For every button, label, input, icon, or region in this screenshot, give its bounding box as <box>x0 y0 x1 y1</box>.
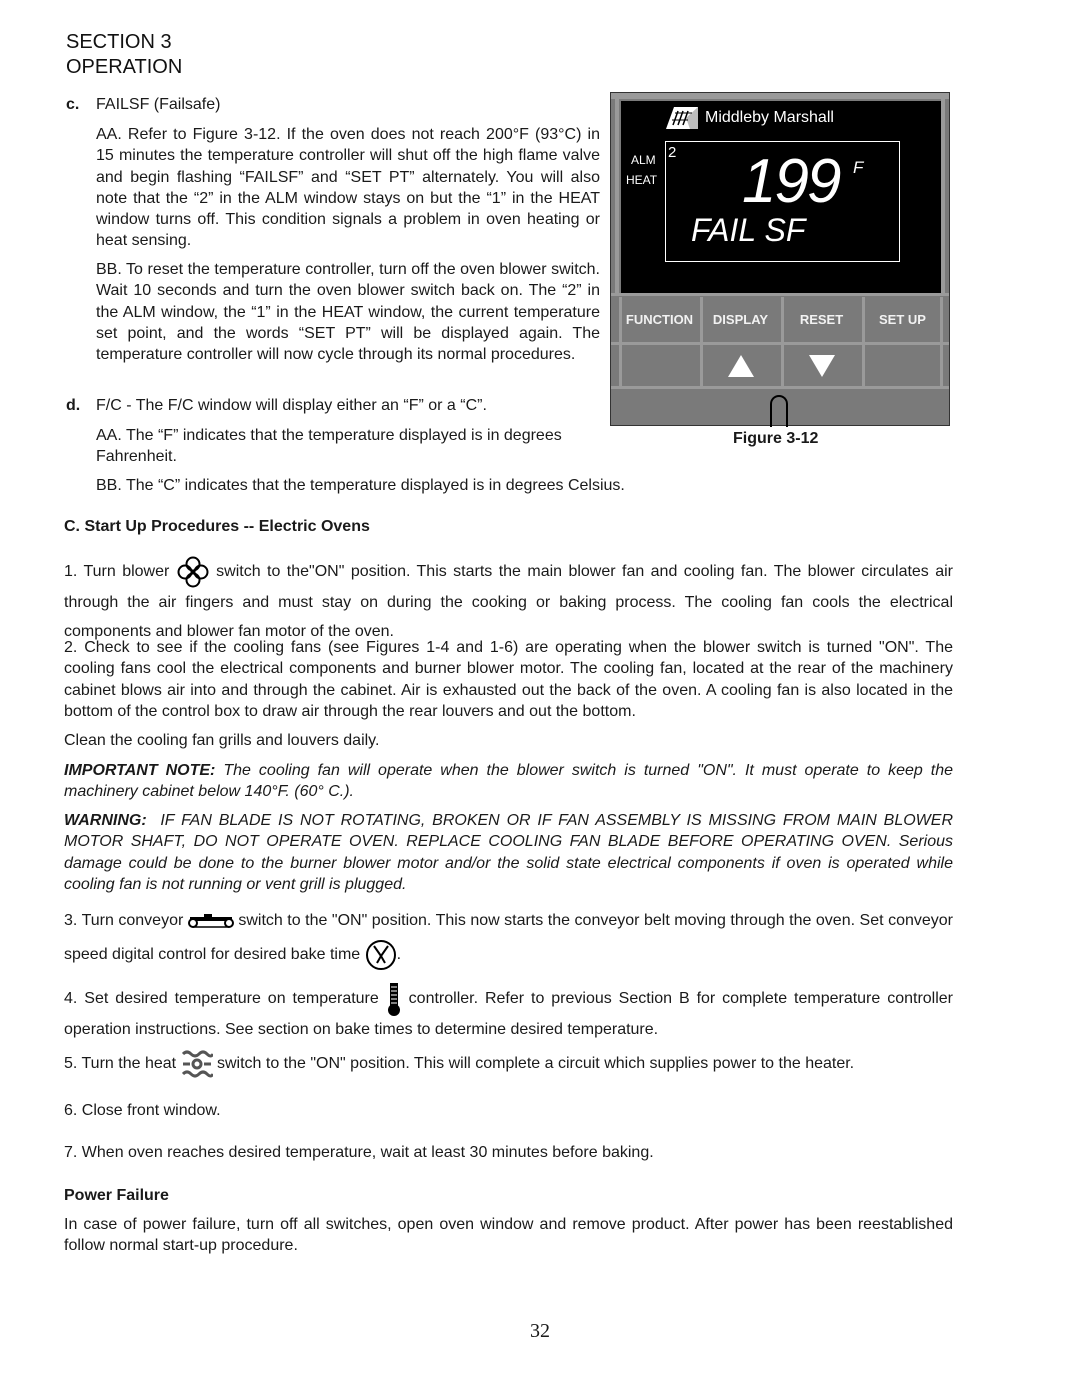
step-4: 4. Set desired temperature on temperatur… <box>64 982 953 1044</box>
up-button[interactable] <box>700 345 778 386</box>
fc-paragraph-bb: BB. The “C” indicates that the temperatu… <box>96 477 625 494</box>
step-1: 1. Turn blower switch to the"ON" positio… <box>64 556 953 646</box>
power-failure-heading: Power Failure <box>64 1187 169 1204</box>
step-7: 7. When oven reaches desired temperature… <box>64 1144 654 1161</box>
heat-icon <box>181 1050 213 1078</box>
fc-item-label: d. <box>66 397 81 414</box>
warning-block: WARNING: IF FAN BLADE IS NOT ROTATING, B… <box>64 812 954 893</box>
temperature-unit: F <box>853 158 864 177</box>
function-button[interactable]: FUNCTION <box>619 297 697 342</box>
display-button[interactable]: DISPLAY <box>700 297 778 342</box>
step-5: 5. Turn the heat switch to the "ON" posi… <box>64 1049 953 1079</box>
temperature-display: 2 199 F FAIL SF <box>665 141 900 262</box>
temperature-readout: 199 <box>742 147 841 216</box>
blower-fan-icon <box>177 556 209 588</box>
conveyor-icon <box>187 913 234 928</box>
thermometer-icon <box>387 983 400 1016</box>
up-arrow-icon <box>727 354 754 377</box>
function-key-row: FUNCTION DISPLAY RESET SET UP <box>619 297 943 342</box>
brand-name: Middleby Marshall <box>705 109 834 126</box>
controller-screen: Middleby Marshall ALM HEAT 2 199 F FAIL … <box>621 101 941 293</box>
reset-button[interactable]: RESET <box>781 297 859 342</box>
fc-paragraph-aa: AA. The “F” indicates that the temperatu… <box>96 427 562 466</box>
step-6: 6. Close front window. <box>64 1102 221 1119</box>
arrow-key-row <box>619 345 943 386</box>
status-message: FAIL SF <box>691 212 806 248</box>
failsafe-paragraph-aa: AA. Refer to Figure 3-12. If the oven do… <box>96 126 600 250</box>
power-failure-text: In case of power failure, turn off all s… <box>64 1216 953 1255</box>
important-note: IMPORTANT NOTE: The cooling fan will ope… <box>64 762 954 801</box>
down-arrow-icon <box>808 354 835 377</box>
startup-heading: C. Start Up Procedures -- Electric Ovens <box>64 518 370 535</box>
alm-value: 2 <box>668 144 677 161</box>
failsafe-heading: FAILSF (Failsafe) <box>96 96 221 113</box>
divider <box>611 386 949 389</box>
section-number: SECTION 3 <box>66 31 172 53</box>
failsafe-item-label: c. <box>66 96 80 113</box>
frame-left-rail <box>615 99 619 295</box>
step-3: 3. Turn conveyor switch to the "ON" posi… <box>64 904 953 972</box>
page-number: 32 <box>530 1320 550 1342</box>
section-title: OPERATION <box>66 56 183 78</box>
blank-key-left[interactable] <box>619 345 697 386</box>
down-button[interactable] <box>781 345 859 386</box>
blank-key-right[interactable] <box>862 345 943 386</box>
clean-instruction: Clean the cooling fan grills and louvers… <box>64 732 380 749</box>
heat-label: HEAT <box>626 173 658 187</box>
middleby-logo-icon <box>666 107 698 129</box>
section-header: SECTION 3 OPERATION <box>66 30 182 80</box>
fc-heading: F/C - The F/C window will display either… <box>96 397 487 414</box>
figure-caption: Figure 3-12 <box>733 430 819 447</box>
door-handle-icon <box>770 395 788 427</box>
setup-button[interactable]: SET UP <box>862 297 943 342</box>
failsafe-paragraph-bb: BB. To reset the temperature controller,… <box>96 261 600 364</box>
divider <box>611 293 949 296</box>
alm-label: ALM <box>631 153 656 167</box>
step-2: 2. Check to see if the cooling fans (see… <box>64 639 953 720</box>
frame-top-bar <box>611 93 949 99</box>
clock-icon <box>365 939 396 970</box>
controller-figure: Middleby Marshall ALM HEAT 2 199 F FAIL … <box>610 92 950 427</box>
frame-right-rail <box>941 99 945 295</box>
